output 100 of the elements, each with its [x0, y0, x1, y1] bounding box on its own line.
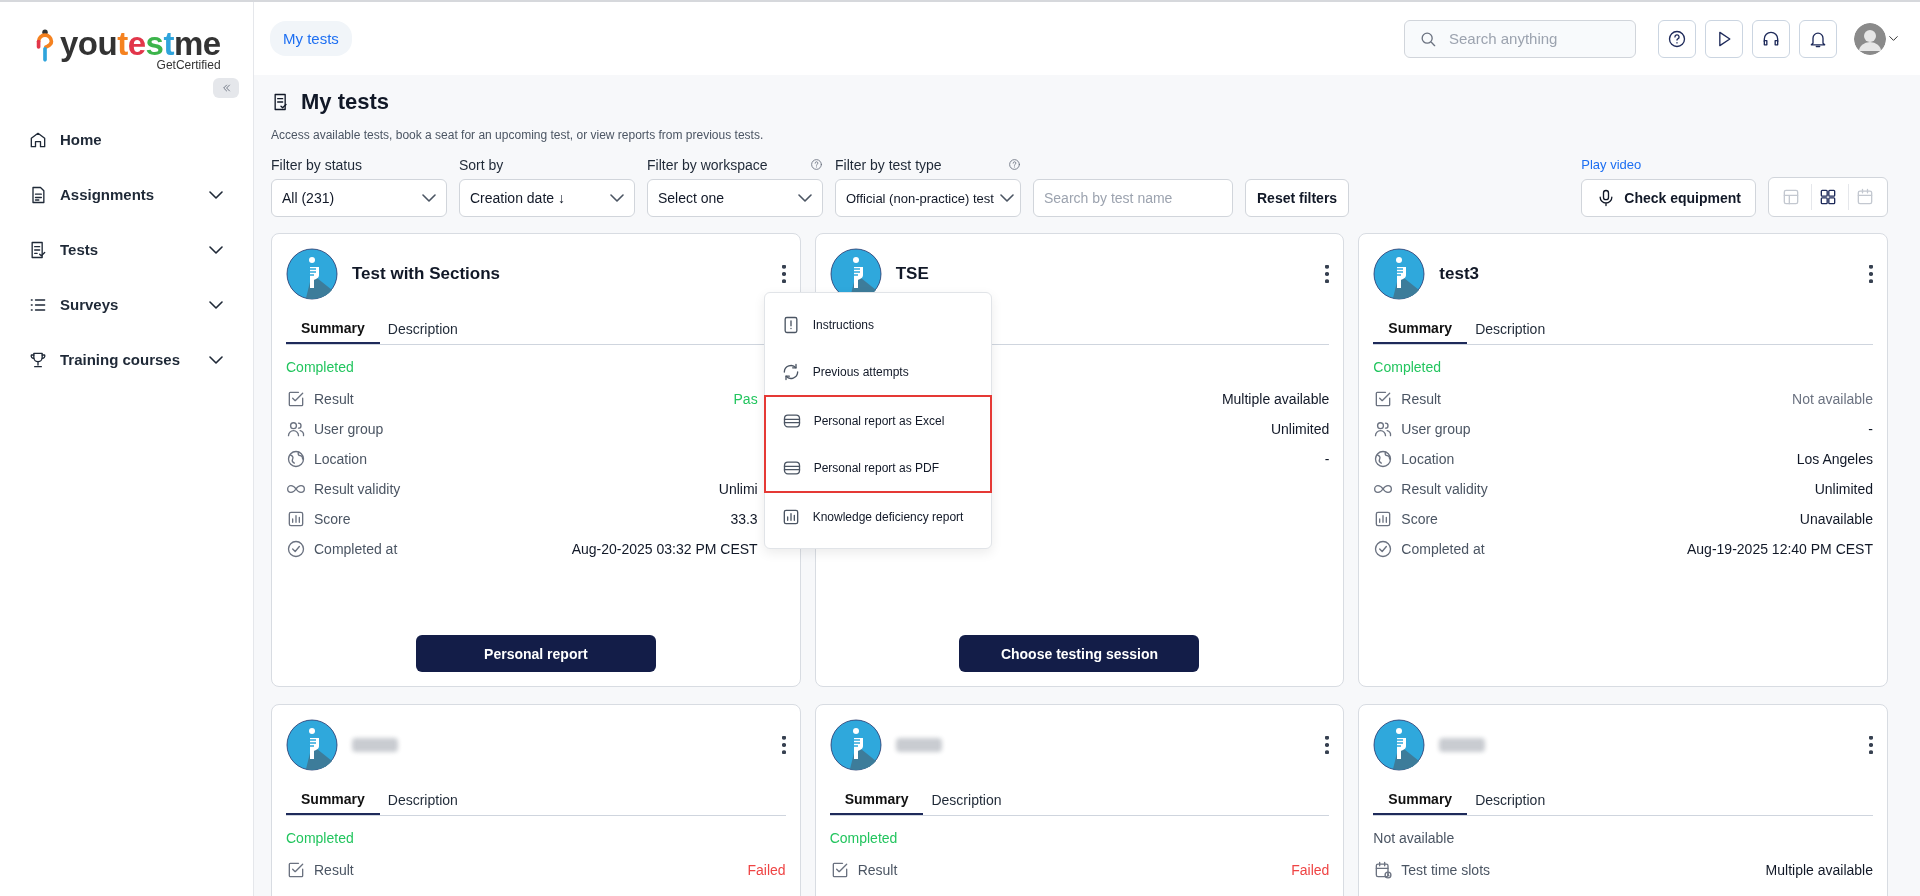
nav-item[interactable]: Assignments — [0, 167, 253, 222]
chevron-icon — [422, 194, 436, 202]
check-equipment-button[interactable]: Check equipment — [1581, 179, 1756, 217]
row-label: Location — [1401, 451, 1455, 467]
row-value: Not available — [1792, 391, 1873, 407]
card-tab[interactable]: Summary — [286, 314, 380, 344]
row-value: Unavailable — [1799, 511, 1873, 527]
chevron-icon — [209, 245, 223, 254]
table-icon — [1781, 187, 1801, 207]
row-value: Multiple available — [1221, 391, 1330, 407]
menu-item[interactable]: Personal report as PDF — [765, 444, 990, 491]
card-tab[interactable]: Description — [379, 314, 466, 344]
chevron-icon — [209, 355, 223, 364]
search-field[interactable]: Search anything — [1404, 19, 1636, 58]
row-value: 33.3 — [730, 511, 758, 527]
row-value: Aug-19-2025 12:40 PM CEST — [1687, 541, 1873, 557]
help-icon — [810, 158, 823, 171]
chevron-icon — [610, 194, 624, 202]
users-icon — [286, 419, 306, 439]
row-label: Result — [314, 862, 354, 878]
more-options-button[interactable] — [1325, 265, 1330, 283]
nav-item[interactable]: Tests — [0, 222, 253, 277]
support-button[interactable] — [1752, 19, 1790, 58]
redacted-title — [1439, 738, 1486, 752]
chevron-icon — [999, 194, 1014, 202]
more-options-button[interactable] — [781, 736, 786, 754]
row-label: Result — [857, 862, 898, 878]
menu-item[interactable]: Instructions — [764, 301, 991, 348]
row-label: Location — [314, 451, 367, 467]
row-label: Result — [314, 391, 354, 407]
notifications-button[interactable] — [1799, 19, 1837, 58]
filter-dropdown[interactable]: All (231) — [271, 179, 447, 217]
card-tab[interactable]: Summary — [286, 785, 380, 815]
row-label: Completed at — [314, 541, 398, 557]
globe-icon — [1373, 449, 1394, 469]
check-circle-icon — [286, 539, 306, 559]
calendar-clock-icon — [1373, 860, 1394, 880]
more-options-button[interactable] — [1325, 736, 1330, 754]
nav-item[interactable]: Home — [0, 112, 253, 167]
test-status: Completed — [286, 830, 355, 847]
kebab-icon — [1869, 265, 1873, 283]
bar-chart-icon — [286, 509, 306, 529]
nav-item[interactable]: Surveys — [0, 277, 253, 332]
card-tab[interactable]: Summary — [1373, 314, 1468, 344]
row-value: Los Angeles — [1796, 451, 1873, 467]
users-icon — [1373, 419, 1394, 439]
row-label: Score — [314, 511, 351, 527]
globe-icon — [286, 449, 306, 469]
menu-item[interactable]: Personal report as Excel — [765, 397, 990, 444]
play-button[interactable] — [1705, 19, 1743, 58]
row-label: User group — [1401, 421, 1471, 437]
checkbox-icon — [286, 389, 306, 409]
card-tab[interactable]: Description — [379, 785, 466, 815]
reset-filters-button[interactable]: Reset filters — [1245, 179, 1350, 217]
kebab-icon — [781, 265, 786, 283]
more-options-button[interactable] — [1869, 736, 1873, 754]
avatar-icon[interactable] — [1854, 22, 1886, 55]
row-label: Score — [1401, 511, 1438, 527]
nav-item[interactable]: Training courses — [0, 332, 253, 387]
test-search-field[interactable]: Search by test name — [1033, 179, 1233, 217]
filter-dropdown[interactable]: Creation date ↓ — [459, 179, 635, 217]
card-tab[interactable]: Summary — [1373, 785, 1468, 815]
help-button[interactable] — [1658, 19, 1696, 58]
chevron-icon — [209, 190, 223, 199]
row-label: Result validity — [314, 481, 401, 497]
help-icon — [1008, 158, 1021, 171]
card-tab[interactable]: Summary — [829, 785, 924, 815]
test-avatar-icon — [1373, 248, 1426, 300]
test-status: Completed — [1373, 359, 1443, 376]
page-title: My tests — [301, 89, 390, 115]
more-options-button[interactable] — [781, 265, 786, 283]
menu-item[interactable]: Knowledge deficiency report — [764, 493, 991, 540]
filter-dropdown[interactable]: Official (non-practice) test — [835, 179, 1021, 217]
primary-button[interactable]: Personal report — [415, 635, 656, 672]
filter-label: Filter by workspace — [647, 156, 768, 173]
row-value: Multiple available — [1765, 862, 1873, 878]
row-label: Result validity — [1401, 481, 1488, 497]
menu-item[interactable]: Previous attempts — [764, 348, 991, 395]
row-value: Unlimi — [718, 481, 758, 497]
card-tab[interactable]: Description — [923, 785, 1010, 815]
filter-dropdown[interactable]: Select one — [647, 179, 823, 217]
kebab-icon — [1325, 736, 1330, 754]
row-value: - — [1324, 451, 1330, 467]
logo-tagline: GetCertified — [156, 58, 221, 72]
test-avatar-icon — [286, 248, 338, 300]
chevron-icon — [1889, 36, 1898, 41]
breadcrumb[interactable]: My tests — [270, 21, 352, 56]
row-value: Aug-20-2025 03:32 PM CEST — [571, 541, 758, 557]
calendar-icon — [1855, 187, 1875, 207]
test-title: test3 — [1439, 264, 1479, 284]
card-tab[interactable]: Description — [1467, 314, 1554, 344]
more-options-button[interactable] — [1869, 265, 1873, 283]
primary-button[interactable]: Choose testing session — [959, 635, 1200, 672]
row-value: Failed — [1291, 862, 1330, 878]
row-value: - — [1868, 421, 1873, 437]
play-video-link[interactable]: Play video — [1581, 157, 1642, 172]
row-label: Result — [1401, 391, 1441, 407]
grid-icon — [1818, 187, 1838, 207]
redacted-title — [895, 738, 942, 752]
card-tab[interactable]: Description — [1467, 785, 1554, 815]
